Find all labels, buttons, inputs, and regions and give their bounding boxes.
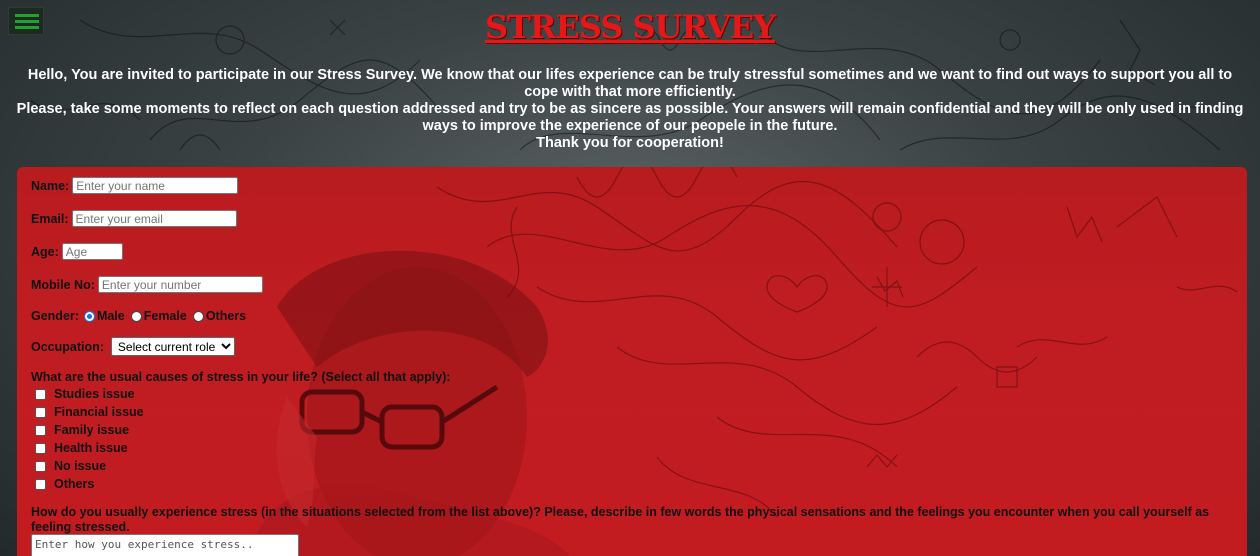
survey-form: Name: Email: Age: Mobile No: Gender: Mal… xyxy=(17,167,1247,556)
email-input[interactable] xyxy=(71,210,237,227)
cause-financial-checkbox[interactable] xyxy=(35,406,46,418)
occupation-row: Occupation: Select current role xyxy=(31,337,235,356)
age-row: Age: xyxy=(31,243,123,260)
cause-none-label: No issue xyxy=(54,459,107,473)
gender-label: Gender: xyxy=(31,309,79,323)
mobile-label: Mobile No: xyxy=(31,277,95,292)
gender-male-label: Male xyxy=(96,309,125,323)
survey-form-panel: Name: Email: Age: Mobile No: Gender: Mal… xyxy=(17,167,1247,556)
occupation-label: Occupation: xyxy=(31,339,104,354)
cause-family-label: Family issue xyxy=(54,423,130,437)
intro-line: Hello, You are invited to participate in… xyxy=(27,67,1233,100)
cause-option: Family issue xyxy=(35,423,129,437)
cause-others-checkbox[interactable] xyxy=(35,478,46,490)
intro-line: Thank you for cooperation! xyxy=(536,135,724,151)
gender-others-radio[interactable] xyxy=(192,310,204,322)
gender-female-radio[interactable] xyxy=(130,310,142,322)
cause-studies-label: Studies issue xyxy=(54,387,135,401)
intro-line: Please, take some moments to reflect on … xyxy=(16,101,1244,134)
cause-none-checkbox[interactable] xyxy=(35,460,46,472)
cause-option: Others xyxy=(35,477,94,491)
page-title: STRESS SURVEY xyxy=(484,8,776,46)
name-row: Name: xyxy=(31,177,239,194)
cause-health-checkbox[interactable] xyxy=(35,442,46,454)
cause-option: Health issue xyxy=(35,441,128,455)
age-input[interactable] xyxy=(61,243,123,260)
cause-family-checkbox[interactable] xyxy=(35,424,46,436)
name-input[interactable] xyxy=(72,177,239,194)
gender-female-label: Female xyxy=(143,309,187,323)
cause-option: No issue xyxy=(35,459,106,473)
occupation-select[interactable]: Select current role xyxy=(110,337,235,356)
mobile-input[interactable] xyxy=(97,276,263,293)
cause-option: Financial issue xyxy=(35,405,144,419)
gender-male-radio[interactable] xyxy=(83,310,95,322)
age-label: Age: xyxy=(31,244,59,259)
cause-studies-checkbox[interactable] xyxy=(35,388,46,400)
mobile-row: Mobile No: xyxy=(31,276,263,293)
email-label: Email: xyxy=(31,211,69,226)
name-label: Name: xyxy=(31,178,70,193)
cause-financial-label: Financial issue xyxy=(54,405,144,419)
cause-option: Studies issue xyxy=(35,387,135,401)
stress-experience-question: How do you usually experience stress (in… xyxy=(31,505,1210,534)
cause-health-label: Health issue xyxy=(54,441,128,455)
gender-others-label: Others xyxy=(205,309,247,323)
intro-text: Hello, You are invited to participate in… xyxy=(10,67,1250,152)
stress-causes-question: What are the usual causes of stress in y… xyxy=(31,370,451,384)
stress-experience-textarea[interactable] xyxy=(31,534,299,556)
email-row: Email: xyxy=(31,210,237,227)
cause-others-label: Others xyxy=(54,477,95,491)
gender-row: Gender: Male Female Others xyxy=(31,309,246,323)
